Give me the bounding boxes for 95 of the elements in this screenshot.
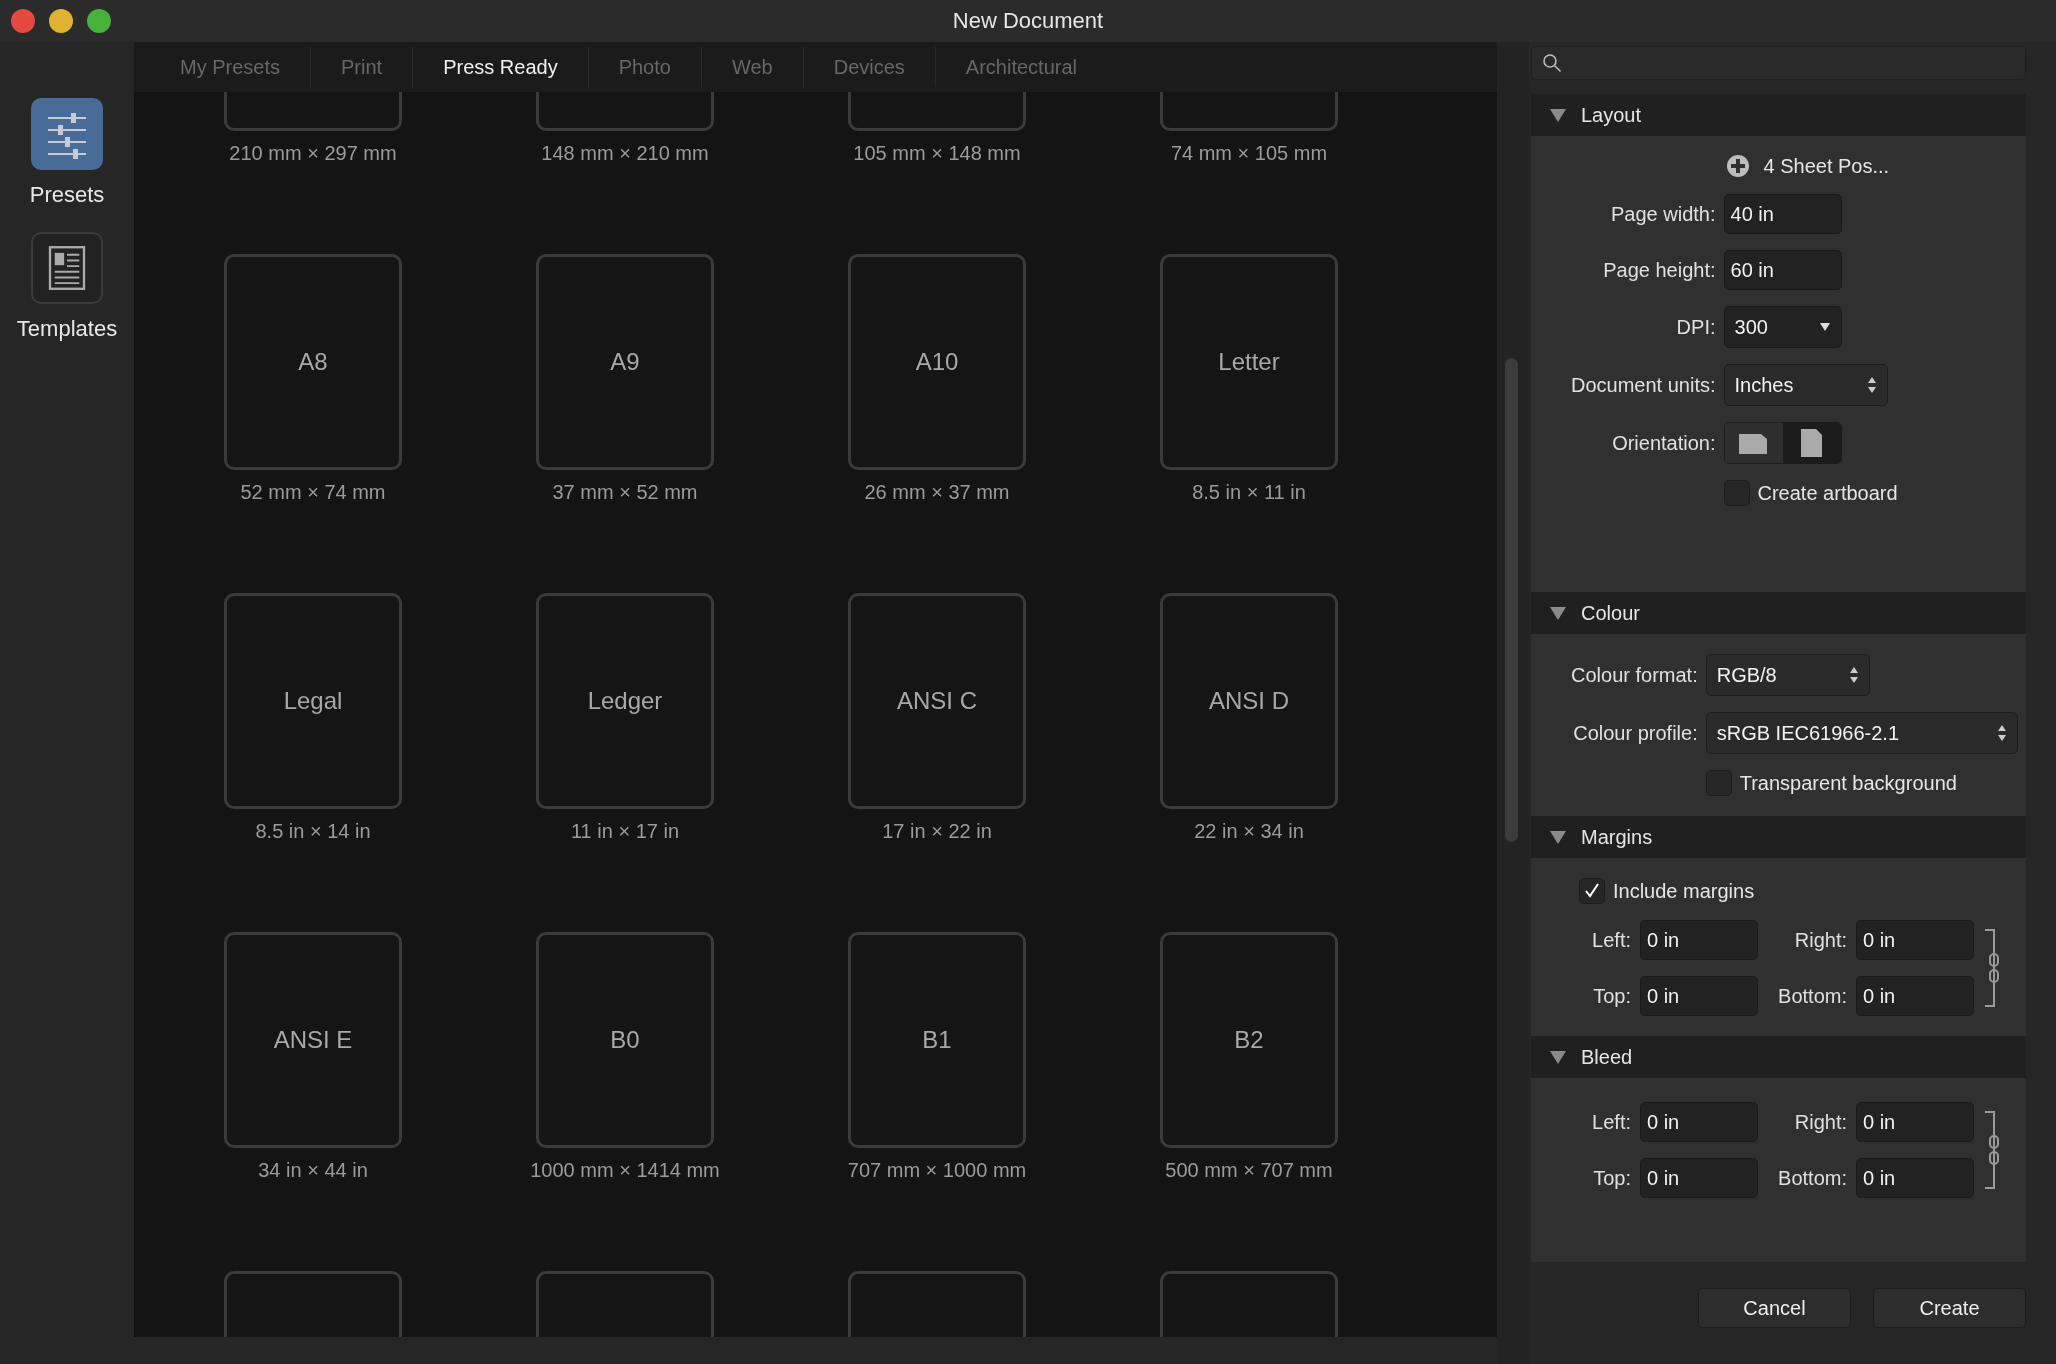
- sidebar-item[interactable]: Presets: [29, 98, 105, 208]
- dialog-button[interactable]: Cancel: [1698, 1288, 1851, 1328]
- dpi-dropdown[interactable]: 300: [1723, 306, 1842, 348]
- size-label: 34 in × 44 in: [258, 1158, 368, 1182]
- popup-select[interactable]: RGB/8: [1705, 654, 1870, 696]
- field-label: Top:: [1592, 984, 1631, 1008]
- disclosure-triangle-icon: [1549, 829, 1567, 845]
- preset-card[interactable]: ANSI D: [1160, 593, 1338, 809]
- size-label: 74 mm × 105 mm: [1170, 141, 1328, 165]
- portrait-page-icon: [1800, 429, 1823, 457]
- preset-card[interactable]: Letter: [1160, 254, 1338, 470]
- input-field[interactable]: 40 in: [1723, 194, 1842, 234]
- input-field[interactable]: 0 in: [1640, 920, 1758, 960]
- size-label: 52 mm × 74 mm: [240, 480, 386, 504]
- preset-card[interactable]: Legal: [224, 593, 402, 809]
- size-label: 22 in × 34 in: [1194, 819, 1304, 843]
- chain-link-icon[interactable]: [1983, 1108, 2001, 1192]
- section-header[interactable]: Bleed: [1531, 1036, 2026, 1078]
- field-label: Bottom:: [1777, 1166, 1847, 1190]
- input-field[interactable]: 0 in: [1640, 976, 1758, 1016]
- popup-select[interactable]: Inches: [1723, 364, 1888, 406]
- checkbox[interactable]: [1579, 878, 1605, 904]
- size-label: 11 in × 17 in: [570, 819, 679, 843]
- disclosure-triangle-icon: [1549, 605, 1567, 621]
- preset-dropdown[interactable]: 4 Sheet Pos...: [1723, 154, 1890, 178]
- preset-card[interactable]: A9: [536, 254, 714, 470]
- preset-card[interactable]: B2: [1160, 932, 1338, 1148]
- zoom-button[interactable]: [87, 9, 111, 33]
- preset-card[interactable]: Ledger: [536, 593, 714, 809]
- landscape-page-icon: [1738, 432, 1769, 454]
- portrait-button[interactable]: [1782, 423, 1841, 463]
- disclosure-triangle-icon: [1549, 107, 1567, 123]
- field-label: Bottom:: [1777, 984, 1847, 1008]
- close-button[interactable]: [11, 9, 35, 33]
- size-label: 148 mm × 210 mm: [541, 141, 709, 165]
- size-label: 17 in × 22 in: [882, 819, 992, 843]
- window-title: New Document: [952, 8, 1104, 34]
- search-icon: [1542, 53, 1562, 73]
- input-field[interactable]: 60 in: [1723, 250, 1842, 290]
- field-label: Colour format:: [1571, 663, 1698, 687]
- field-label: DPI:: [1675, 315, 1716, 339]
- preset-card[interactable]: B1: [848, 932, 1026, 1148]
- input-field[interactable]: 0 in: [1856, 1102, 1974, 1142]
- preset-card[interactable]: B0: [536, 932, 714, 1148]
- preset-card[interactable]: A10: [848, 254, 1026, 470]
- popup-select[interactable]: sRGB IEC61966-2.1: [1705, 712, 2018, 754]
- size-label: 8.5 in × 11 in: [1192, 480, 1306, 504]
- scrollbar-thumb[interactable]: [1505, 358, 1518, 842]
- field-label: Colour profile:: [1572, 721, 1698, 745]
- stepper-icon: [1848, 665, 1859, 685]
- plus-icon: [1725, 154, 1750, 178]
- chain-link-icon[interactable]: [1983, 926, 2001, 1010]
- sliders-icon: [31, 98, 103, 170]
- section-header[interactable]: Colour: [1531, 592, 2026, 634]
- size-label: 8.5 in × 14 in: [255, 819, 371, 843]
- size-label: 210 mm × 297 mm: [229, 141, 397, 165]
- field-label: Top:: [1592, 1166, 1631, 1190]
- size-label: 500 mm × 707 mm: [1165, 1158, 1333, 1182]
- input-field[interactable]: 0 in: [1856, 976, 1974, 1016]
- input-field[interactable]: 0 in: [1640, 1158, 1758, 1198]
- checkmark-icon: [1583, 882, 1601, 900]
- tab[interactable]: Press Ready: [413, 51, 588, 83]
- preset-card[interactable]: A8: [224, 254, 402, 470]
- field-label: Right:: [1793, 1110, 1847, 1134]
- size-label: 707 mm × 1000 mm: [847, 1158, 1027, 1182]
- disclosure-triangle-icon: [1549, 1049, 1567, 1065]
- search-field[interactable]: [1531, 46, 2026, 80]
- size-label: 105 mm × 148 mm: [853, 141, 1021, 165]
- size-label: 1000 mm × 1414 mm: [530, 1158, 720, 1182]
- stepper-icon: [1996, 723, 2007, 743]
- field-label: Left:: [1591, 1110, 1631, 1134]
- caret-icon: [1818, 322, 1831, 332]
- field-label: Left:: [1591, 928, 1631, 952]
- preset-card[interactable]: ANSI E: [224, 932, 402, 1148]
- field-label: Right:: [1793, 928, 1847, 952]
- checkbox-label: Transparent background: [1739, 771, 1957, 795]
- input-field[interactable]: 0 in: [1640, 1102, 1758, 1142]
- size-label: 37 mm × 52 mm: [552, 480, 698, 504]
- input-field[interactable]: 0 in: [1856, 1158, 1974, 1198]
- document-icon: [31, 232, 103, 304]
- checkbox-label: Create artboard: [1757, 481, 1898, 505]
- field-label: Page height:: [1602, 258, 1716, 282]
- section-header[interactable]: Layout: [1531, 94, 2026, 136]
- sidebar-item[interactable]: Templates: [16, 232, 118, 342]
- checkbox-label: Include margins: [1613, 879, 1755, 903]
- input-field[interactable]: 0 in: [1856, 920, 1974, 960]
- preset-card[interactable]: ANSI C: [848, 593, 1026, 809]
- field-label: Document units:: [1571, 373, 1716, 397]
- field-label: Orientation:: [1611, 431, 1716, 455]
- dialog-button[interactable]: Create: [1873, 1288, 2026, 1328]
- minimize-button[interactable]: [49, 9, 73, 33]
- size-label: 26 mm × 37 mm: [864, 480, 1010, 504]
- section-header[interactable]: Margins: [1531, 816, 2026, 858]
- field-label: Page width:: [1610, 202, 1716, 226]
- stepper-icon: [1866, 375, 1877, 395]
